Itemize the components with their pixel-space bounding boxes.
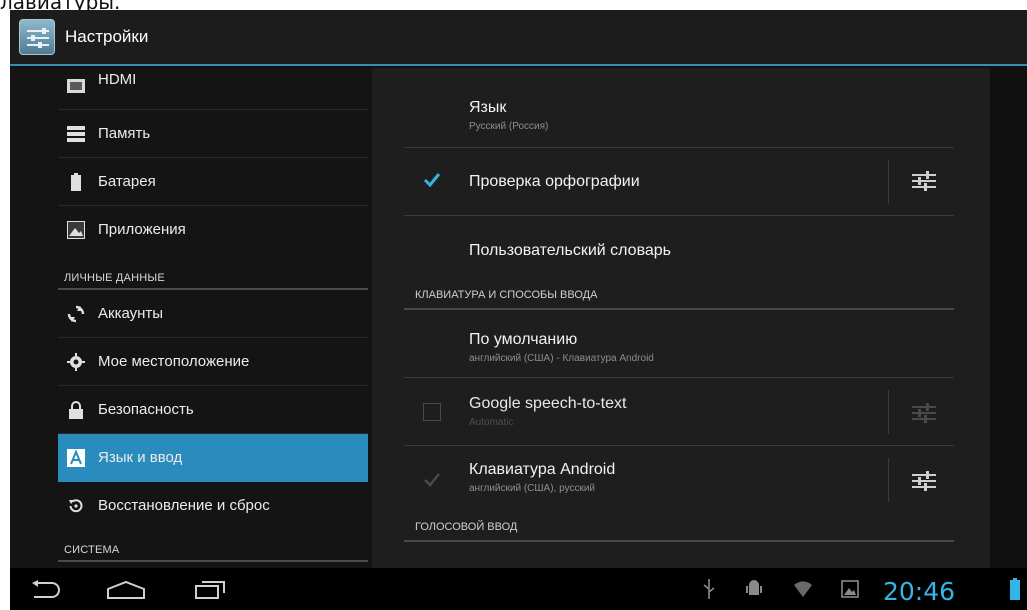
wifi-icon bbox=[794, 581, 812, 597]
row-divider bbox=[888, 458, 889, 502]
settings-icon[interactable] bbox=[19, 19, 55, 55]
left-item-accounts[interactable]: Аккаунты bbox=[58, 290, 368, 338]
lock-icon bbox=[69, 401, 83, 419]
setting-google-speech[interactable]: Google speech-to-text Automatic bbox=[404, 378, 954, 446]
language-input-settings-pane: Язык Русский (Россия) Проверка орфографи… bbox=[372, 68, 990, 568]
left-item-label: HDMI bbox=[98, 71, 137, 88]
sync-icon bbox=[67, 305, 85, 323]
setting-title: Google speech-to-text bbox=[469, 395, 627, 412]
apps-icon bbox=[67, 221, 85, 239]
usb-icon bbox=[703, 579, 715, 599]
hdmi-icon bbox=[67, 79, 85, 93]
left-item-storage[interactable]: Память bbox=[58, 110, 368, 158]
battery-status-icon bbox=[1010, 578, 1020, 600]
setting-spellcheck[interactable]: Проверка орфографии bbox=[404, 148, 954, 216]
setting-android-keyboard[interactable]: Клавиатура Android английский (США), рус… bbox=[404, 446, 954, 514]
restore-icon bbox=[69, 499, 83, 513]
screenshot-icon bbox=[841, 580, 859, 598]
setting-default-input[interactable]: По умолчанию английский (США) - Клавиату… bbox=[404, 310, 954, 378]
left-item-label: Память bbox=[98, 125, 151, 142]
left-item-label: Приложения bbox=[98, 221, 186, 238]
clock-time: 20:46 bbox=[883, 577, 956, 606]
section-header-system: СИСТЕМА bbox=[64, 544, 120, 556]
left-item-label: Язык и ввод bbox=[98, 449, 183, 466]
system-navigation-bar: 20:46 bbox=[10, 568, 1027, 610]
battery-icon bbox=[71, 173, 81, 191]
sliders-settings-icon[interactable] bbox=[912, 402, 936, 424]
section-divider bbox=[58, 560, 368, 562]
setting-value: Русский (Россия) bbox=[469, 121, 549, 132]
left-item-hdmi[interactable]: HDMI bbox=[58, 68, 368, 110]
section-header-personal: ЛИЧНЫЕ ДАННЫЕ bbox=[64, 272, 165, 284]
checkbox-checked-disabled-icon[interactable] bbox=[423, 471, 441, 489]
left-item-location[interactable]: Мое местоположение bbox=[58, 338, 368, 386]
back-icon[interactable] bbox=[30, 580, 62, 600]
setting-value: английский (США) - Клавиатура Android bbox=[469, 353, 654, 364]
setting-language[interactable]: Язык Русский (Россия) bbox=[404, 82, 954, 148]
sliders-settings-icon[interactable] bbox=[912, 470, 936, 492]
section-header-keyboard: КЛАВИАТУРА И СПОСОБЫ ВВОДА bbox=[415, 289, 598, 301]
checkbox-checked-icon[interactable] bbox=[423, 171, 441, 189]
language-icon bbox=[67, 449, 85, 467]
left-item-apps[interactable]: Приложения bbox=[58, 206, 368, 254]
left-item-label: Аккаунты bbox=[98, 305, 164, 322]
setting-title: Проверка орфографии bbox=[469, 173, 640, 190]
left-item-label: Мое местоположение bbox=[98, 353, 250, 370]
action-bar: Настройки bbox=[10, 10, 1027, 66]
tablet-screen: Настройки HDMI Память Батарея Приложения… bbox=[10, 10, 1027, 610]
setting-title: Язык bbox=[469, 99, 507, 116]
app-title: Настройки bbox=[65, 27, 149, 46]
recent-apps-icon[interactable] bbox=[194, 580, 226, 600]
left-item-battery[interactable]: Батарея bbox=[58, 158, 368, 206]
left-item-label: Безопасность bbox=[98, 401, 194, 418]
setting-title: Пользовательский словарь bbox=[469, 242, 672, 259]
sliders-settings-icon[interactable] bbox=[912, 170, 936, 192]
row-divider bbox=[888, 160, 889, 204]
setting-value: Automatic bbox=[469, 417, 514, 428]
settings-categories-list: HDMI Память Батарея Приложения ЛИЧНЫЕ ДА… bbox=[10, 68, 382, 568]
setting-value: английский (США), русский bbox=[469, 483, 596, 494]
setting-user-dictionary[interactable]: Пользовательский словарь bbox=[404, 216, 954, 282]
setting-title: Клавиатура Android bbox=[469, 461, 616, 478]
setting-title: По умолчанию bbox=[469, 331, 578, 348]
section-divider bbox=[404, 540, 954, 542]
section-header-voice: ГОЛОСОВОЙ ВВОД bbox=[415, 521, 518, 533]
checkbox-unchecked-icon[interactable] bbox=[423, 403, 441, 421]
left-item-label: Батарея bbox=[98, 173, 156, 190]
storage-icon bbox=[67, 126, 85, 142]
left-item-label: Восстановление и сброс bbox=[98, 497, 270, 514]
android-debug-icon bbox=[746, 580, 762, 595]
left-item-language-input[interactable]: Язык и ввод bbox=[58, 434, 368, 482]
home-icon[interactable] bbox=[106, 580, 146, 600]
row-divider bbox=[888, 390, 889, 434]
left-item-security[interactable]: Безопасность bbox=[58, 386, 368, 434]
left-item-backup-reset[interactable]: Восстановление и сброс bbox=[58, 482, 368, 530]
location-icon bbox=[67, 353, 85, 371]
